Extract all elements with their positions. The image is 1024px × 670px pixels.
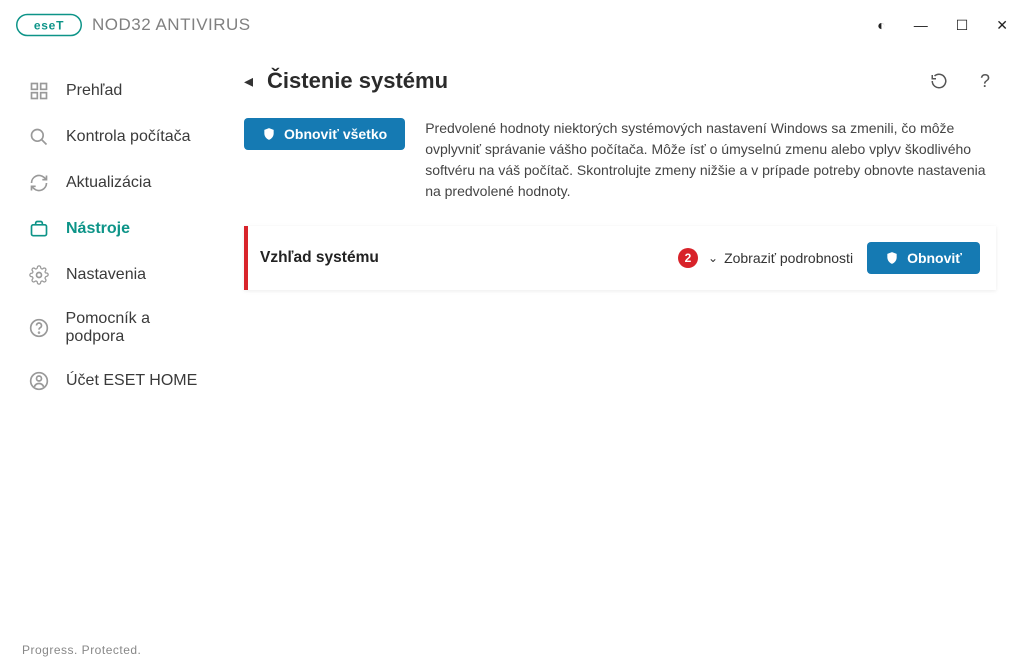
card-title: Vzhľad systému — [260, 249, 379, 267]
intro-row: Obnoviť všetko Predvolené hodnoty niekto… — [244, 118, 996, 202]
product-name: NOD32 ANTIVIRUS — [92, 15, 251, 35]
reset-label: Obnoviť — [907, 250, 962, 266]
sidebar: Prehľad Kontrola počítača Aktualizácia N… — [0, 50, 230, 630]
minimize-button[interactable]: — — [914, 17, 928, 33]
window-controls: ◐ — ☐ ✕ — [877, 17, 1008, 34]
sidebar-item-settings[interactable]: Nastavenia — [0, 252, 230, 298]
close-button[interactable]: ✕ — [996, 17, 1008, 34]
sidebar-item-account[interactable]: Účet ESET HOME — [0, 358, 230, 404]
shield-icon — [262, 127, 276, 141]
user-icon — [28, 370, 50, 392]
logo-group: eseT NOD32 ANTIVIRUS — [16, 13, 251, 37]
svg-text:eseT: eseT — [34, 19, 64, 33]
back-button[interactable]: ◂ — [244, 71, 253, 92]
sidebar-item-scan[interactable]: Kontrola počítača — [0, 114, 230, 160]
show-details-label: Zobraziť podrobnosti — [724, 250, 853, 266]
sidebar-item-label: Aktualizácia — [66, 174, 151, 192]
help-icon — [28, 317, 50, 339]
chevron-down-icon: ⌄ — [708, 251, 718, 265]
sidebar-item-tools[interactable]: Nástroje — [0, 206, 230, 252]
eset-logo: eseT — [16, 13, 82, 37]
maximize-button[interactable]: ☐ — [956, 17, 969, 34]
reset-all-button[interactable]: Obnoviť všetko — [244, 118, 405, 150]
contrast-icon[interactable]: ◐ — [877, 17, 885, 33]
sidebar-item-overview[interactable]: Prehľad — [0, 68, 230, 114]
sidebar-item-label: Účet ESET HOME — [66, 372, 197, 390]
sidebar-item-label: Kontrola počítača — [66, 128, 191, 146]
help-button[interactable]: ? — [974, 70, 996, 92]
sidebar-item-label: Nástroje — [66, 220, 130, 238]
sidebar-item-help[interactable]: Pomocník a podpora — [0, 298, 230, 358]
gear-icon — [28, 264, 50, 286]
footer-text: Progress. Protected. — [22, 643, 141, 657]
briefcase-icon — [28, 218, 50, 240]
titlebar: eseT NOD32 ANTIVIRUS ◐ — ☐ ✕ — [0, 0, 1024, 50]
shield-icon — [885, 251, 899, 265]
main-content: ◂ Čistenie systému ? Obnoviť všetko Pred… — [230, 50, 1024, 630]
footer: Progress. Protected. — [0, 630, 141, 670]
page-title: Čistenie systému — [267, 68, 448, 94]
show-details-toggle[interactable]: ⌄ Zobraziť podrobnosti — [708, 250, 853, 266]
reset-button[interactable]: Obnoviť — [867, 242, 980, 274]
issue-count-badge: 2 — [678, 248, 698, 268]
system-appearance-card: Vzhľad systému 2 ⌄ Zobraziť podrobnosti … — [244, 226, 996, 290]
refresh-icon — [28, 172, 50, 194]
sidebar-item-update[interactable]: Aktualizácia — [0, 160, 230, 206]
intro-text: Predvolené hodnoty niektorých systémovýc… — [425, 118, 996, 202]
sidebar-item-label: Pomocník a podpora — [66, 310, 210, 346]
page-header: ◂ Čistenie systému ? — [244, 68, 996, 94]
refresh-button[interactable] — [928, 70, 950, 92]
dashboard-icon — [28, 80, 50, 102]
search-icon — [28, 126, 50, 148]
sidebar-item-label: Prehľad — [66, 82, 122, 100]
reset-all-label: Obnoviť všetko — [284, 126, 387, 142]
sidebar-item-label: Nastavenia — [66, 266, 146, 284]
